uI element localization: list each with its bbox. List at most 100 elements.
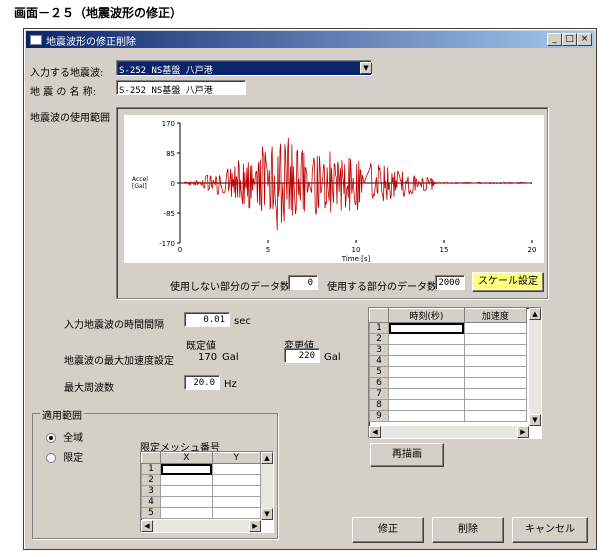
max-freq-unit: Hz [224,379,237,390]
mesh-grid[interactable]: X Y 12345 ▲ ▼ ◀ ▶ [140,451,274,533]
table-row[interactable]: 9 [369,410,528,422]
unused-count-label: 使用しない部分のデータ数 [170,282,290,293]
used-count-input[interactable]: 2000 [435,275,465,290]
max-accel-label: 地震波の最大加速度設定 [64,356,174,367]
table-row[interactable]: 2 [369,333,528,345]
mesh-scroll-left-icon[interactable]: ◀ [141,520,153,532]
max-freq-input[interactable]: 20.0 [184,375,220,390]
time-cell[interactable] [388,355,465,367]
accel-cell[interactable] [463,366,528,378]
table-row[interactable]: 3 [369,344,528,356]
time-cell[interactable] [388,333,465,345]
mesh-scroll-down-icon[interactable]: ▼ [261,508,273,520]
radio-all-label: 全域 [63,433,84,444]
max-accel-unit: Gal [324,352,341,363]
table-row[interactable]: 1 [141,463,262,475]
accel-cell[interactable] [463,333,528,345]
redraw-button[interactable]: 再描画 [370,443,444,467]
x-tick-label: 10 [352,246,361,254]
y-cell[interactable] [211,507,262,519]
modify-button[interactable]: 修正 [352,517,424,543]
time-cell[interactable] [388,366,465,378]
table-row[interactable]: 4 [141,496,262,508]
maximize-button[interactable]: □ [562,33,577,46]
y-cell[interactable] [211,485,262,497]
table-row[interactable]: 6 [369,377,528,389]
x-tick-label: 5 [266,246,270,254]
table-row[interactable]: 7 [369,388,528,400]
y-tick-label: 170 [162,120,175,128]
used-count-label: 使用する部分のデータ数 [327,282,437,293]
page-caption: 画面－２５（地震波形の修正） [14,6,183,20]
vertical-scrollbar[interactable] [529,308,541,426]
radio-limited-button[interactable] [46,453,56,463]
accel-cell[interactable] [463,388,528,400]
radio-all-button[interactable] [46,433,56,443]
table-row[interactable]: 2 [141,474,262,486]
minimize-button[interactable]: _ [547,33,562,46]
title-bar: 地震波形の修正削除 _ □ × [26,31,594,48]
x-cell[interactable] [160,485,213,497]
default-header: 既定値 [186,341,216,352]
y-cell[interactable] [211,463,262,475]
table-row[interactable]: 5 [141,507,262,519]
delete-button[interactable]: 削除 [432,517,504,543]
row-number: 3 [141,485,161,497]
x-cell[interactable] [160,507,213,519]
input-wave-select[interactable]: S-252 NS基盤 八戸港 [116,60,372,76]
grid-corner [369,308,389,323]
radio-limited[interactable]: 限定 [46,449,83,464]
x-cell[interactable] [160,496,213,508]
x-cell[interactable] [160,474,213,486]
time-cell[interactable] [388,410,465,422]
accel-cell[interactable] [463,344,528,356]
cancel-button[interactable]: キャンセル [512,517,588,543]
time-cell[interactable] [388,322,465,334]
x-cell[interactable] [160,463,213,475]
max-accel-input[interactable]: 220 [284,348,320,363]
y-cell[interactable] [211,474,262,486]
y-tick-label: -85 [164,210,175,218]
chevron-down-icon[interactable]: ▼ [360,62,372,74]
x-tick-label: 0 [178,246,182,254]
wave-name-label: 地 震 の 名 称: [30,87,97,98]
time-cell[interactable] [388,388,465,400]
scale-settings-button[interactable]: スケール設定 [472,272,544,292]
row-number: 4 [141,496,161,508]
time-cell[interactable] [388,344,465,356]
y-cell[interactable] [211,496,262,508]
wave-name-value: S-252 NS基盤 八戸港 [119,86,213,95]
row-number: 3 [369,344,389,356]
accel-cell[interactable] [463,399,528,411]
scroll-down-icon[interactable]: ▼ [529,414,541,426]
scroll-up-icon[interactable]: ▲ [529,308,541,320]
radio-all[interactable]: 全域 [46,429,83,444]
row-number: 5 [141,507,161,519]
table-row[interactable]: 3 [141,485,262,497]
horizontal-scrollbar[interactable] [369,426,529,438]
row-number: 9 [369,410,389,422]
mesh-horizontal-scrollbar[interactable] [141,520,261,532]
x-tick-label: 15 [440,246,449,254]
time-accel-grid[interactable]: 時刻(秒) 加速度 123456789 ▲ ▼ ◀ ▶ [368,307,542,439]
close-button[interactable]: × [577,33,592,46]
mesh-scroll-up-icon[interactable]: ▲ [261,452,273,464]
table-row[interactable]: 4 [369,355,528,367]
y-tick-label: 0 [171,180,175,188]
window-title: 地震波形の修正削除 [46,37,136,48]
table-row[interactable]: 5 [369,366,528,378]
accel-cell[interactable] [463,322,528,334]
mesh-scroll-right-icon[interactable]: ▶ [249,520,261,532]
time-cell[interactable] [388,377,465,389]
wave-name-input[interactable]: S-252 NS基盤 八戸港 [116,80,246,95]
time-cell[interactable] [388,399,465,411]
table-row[interactable]: 1 [369,322,528,334]
scroll-right-icon[interactable]: ▶ [517,426,529,438]
interval-input[interactable]: 0.01 [184,312,230,327]
table-row[interactable]: 8 [369,399,528,411]
scroll-left-icon[interactable]: ◀ [369,426,381,438]
unused-count-input[interactable]: 0 [288,275,318,290]
accel-cell[interactable] [463,377,528,389]
accel-cell[interactable] [463,410,528,422]
accel-cell[interactable] [463,355,528,367]
